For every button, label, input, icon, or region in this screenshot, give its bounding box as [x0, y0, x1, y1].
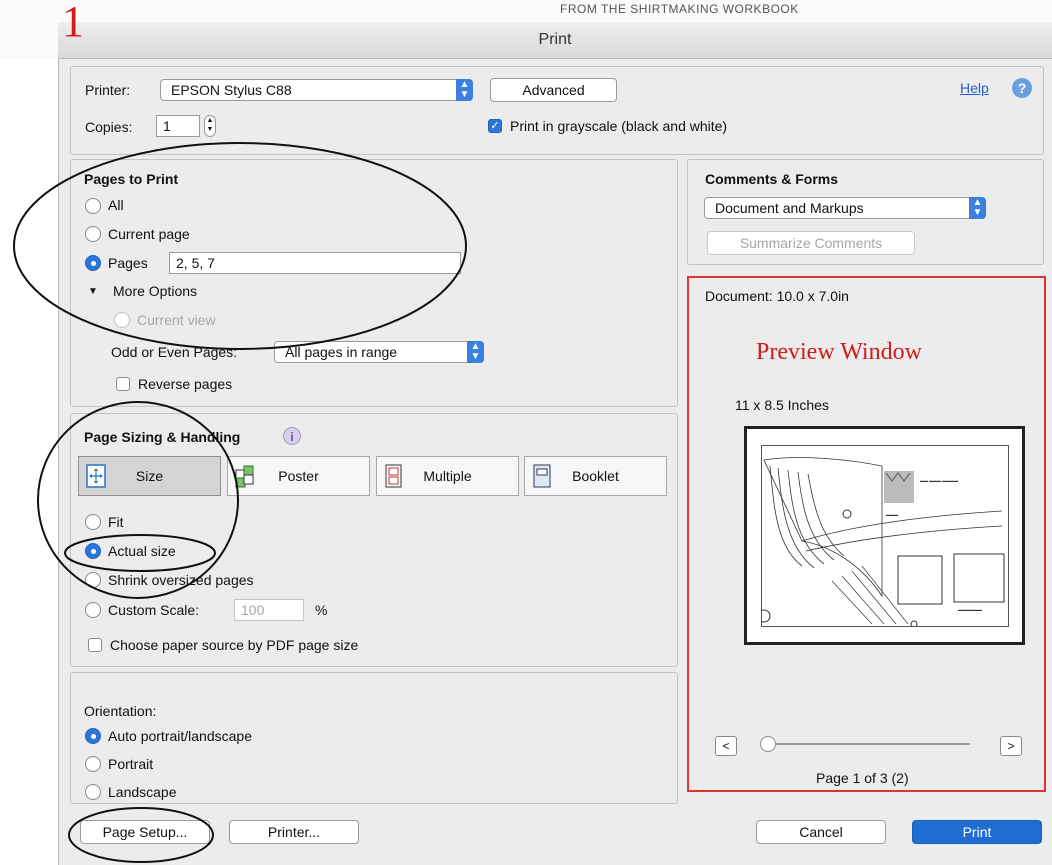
page-status-label: Page 1 of 3 (2): [816, 770, 909, 786]
prev-page-button[interactable]: <: [715, 736, 737, 756]
next-page-button[interactable]: >: [1000, 736, 1022, 756]
copies-value: 1: [163, 118, 171, 134]
print-button[interactable]: Print: [912, 820, 1042, 844]
size-mode-label: Size: [135, 468, 164, 484]
odd-even-value: All pages in range: [285, 344, 398, 360]
all-pages-label: All: [108, 197, 124, 213]
chevron-updown-icon: ▲ ▼: [969, 197, 986, 219]
summarize-comments-button[interactable]: Summarize Comments: [707, 231, 915, 255]
pages-radio-label: Pages: [108, 255, 148, 271]
page-sizing-panel: [70, 413, 678, 667]
auto-orientation-label: Auto portrait/landscape: [108, 728, 252, 744]
page-preview-content: ▬▬ ▬▬▬ ▬▬▬▬ ▬▬▬ ▬▬▬▬▬▬: [757, 445, 1009, 628]
multiple-mode-label: Multiple: [423, 468, 472, 484]
booklet-mode-label: Booklet: [572, 468, 619, 484]
help-icon[interactable]: ?: [1012, 78, 1032, 98]
current-view-radio[interactable]: [114, 312, 130, 328]
custom-scale-radio[interactable]: [85, 602, 101, 618]
document-size-label: Document: 10.0 x 7.0in: [705, 288, 849, 304]
page-setup-button[interactable]: Page Setup...: [80, 820, 210, 844]
comments-forms-value: Document and Markups: [715, 200, 864, 216]
grayscale-checkbox[interactable]: ✓: [488, 119, 502, 133]
current-view-label: Current view: [137, 312, 216, 328]
background-document-text: FROM THE SHIRTMAKING WORKBOOK: [560, 2, 820, 16]
custom-scale-value: 100: [241, 602, 265, 618]
copies-label: Copies:: [85, 119, 133, 135]
printer-select[interactable]: EPSON Stylus C88 ▲ ▼: [160, 79, 473, 101]
svg-text:▬▬▬▬▬▬: ▬▬▬▬▬▬: [958, 607, 982, 612]
help-link[interactable]: Help: [960, 80, 989, 96]
landscape-radio[interactable]: [85, 784, 101, 800]
fit-label: Fit: [108, 514, 124, 530]
pattern-thumbnail: ▬▬ ▬▬▬ ▬▬▬▬ ▬▬▬ ▬▬▬▬▬▬: [757, 457, 1005, 628]
title-bar: Print: [58, 22, 1052, 59]
actual-size-radio[interactable]: [85, 543, 101, 559]
cancel-button[interactable]: Cancel: [756, 820, 886, 844]
svg-text:▬▬ ▬▬▬ ▬▬▬▬: ▬▬ ▬▬▬ ▬▬▬▬: [920, 478, 958, 483]
copies-field[interactable]: 1: [156, 115, 200, 137]
grayscale-label: Print in grayscale (black and white): [510, 118, 728, 134]
paper-source-label: Choose paper source by PDF page size: [110, 637, 359, 653]
odd-even-select[interactable]: All pages in range ▲ ▼: [274, 341, 484, 363]
page-sizing-title: Page Sizing & Handling: [84, 429, 241, 445]
window-title: Print: [538, 31, 572, 48]
portrait-label: Portrait: [108, 756, 154, 772]
reverse-pages-label: Reverse pages: [138, 376, 233, 392]
portrait-radio[interactable]: [85, 756, 101, 772]
pages-range-value: 2, 5, 7: [176, 255, 215, 271]
page-preview: ▬▬ ▬▬▬ ▬▬▬▬ ▬▬▬ ▬▬▬▬▬▬: [744, 426, 1025, 645]
paper-size-label: 11 x 8.5 Inches: [735, 397, 829, 413]
custom-scale-input[interactable]: 100: [234, 599, 304, 621]
odd-even-label: Odd or Even Pages:: [111, 344, 238, 360]
more-options-label[interactable]: More Options: [113, 283, 197, 299]
page-slider-knob[interactable]: [760, 736, 776, 752]
background-document-title: FROM THE SHIRTMAKING WORKBOOK: [560, 2, 799, 16]
auto-orientation-radio[interactable]: [85, 728, 101, 744]
poster-mode-button[interactable]: Poster: [227, 456, 370, 496]
annotation-number: 1: [62, 0, 84, 46]
preview-window-annotation: Preview Window: [756, 339, 922, 365]
copies-stepper[interactable]: ▲ ▼: [204, 115, 216, 137]
pages-to-print-title: Pages to Print: [84, 171, 179, 187]
disclosure-triangle-icon[interactable]: ▼: [88, 286, 98, 297]
custom-scale-label: Custom Scale:: [108, 602, 200, 618]
reverse-pages-checkbox[interactable]: [116, 377, 130, 391]
page-slider-track[interactable]: [766, 743, 970, 745]
all-pages-radio[interactable]: [85, 198, 101, 214]
printer-label: Printer:: [85, 82, 131, 98]
landscape-label: Landscape: [108, 784, 177, 800]
printer-select-value: EPSON Stylus C88: [171, 82, 292, 98]
chevron-updown-icon: ▲ ▼: [456, 79, 473, 101]
multiple-mode-button[interactable]: Multiple: [376, 456, 519, 496]
actual-size-label: Actual size: [108, 543, 176, 559]
poster-mode-label: Poster: [278, 468, 319, 484]
paper-source-checkbox[interactable]: [88, 638, 102, 652]
shrink-radio[interactable]: [85, 572, 101, 588]
size-mode-button[interactable]: Size: [78, 456, 221, 496]
comments-forms-select[interactable]: Document and Markups ▲ ▼: [704, 197, 986, 219]
pages-radio[interactable]: [85, 255, 101, 271]
comments-forms-title: Comments & Forms: [705, 171, 839, 187]
chevron-updown-icon: ▲ ▼: [467, 341, 484, 363]
current-page-label: Current page: [108, 226, 190, 242]
percent-label: %: [315, 602, 328, 618]
svg-text:▬▬▬: ▬▬▬: [886, 512, 898, 517]
shrink-label: Shrink oversized pages: [108, 572, 254, 588]
fit-radio[interactable]: [85, 514, 101, 530]
info-icon[interactable]: i: [283, 427, 301, 445]
pages-range-input[interactable]: 2, 5, 7: [169, 252, 461, 274]
advanced-button[interactable]: Advanced: [490, 78, 617, 102]
printer-button[interactable]: Printer...: [229, 820, 359, 844]
booklet-mode-button[interactable]: Booklet: [524, 456, 667, 496]
orientation-title: Orientation:: [84, 703, 157, 719]
current-page-radio[interactable]: [85, 226, 101, 242]
